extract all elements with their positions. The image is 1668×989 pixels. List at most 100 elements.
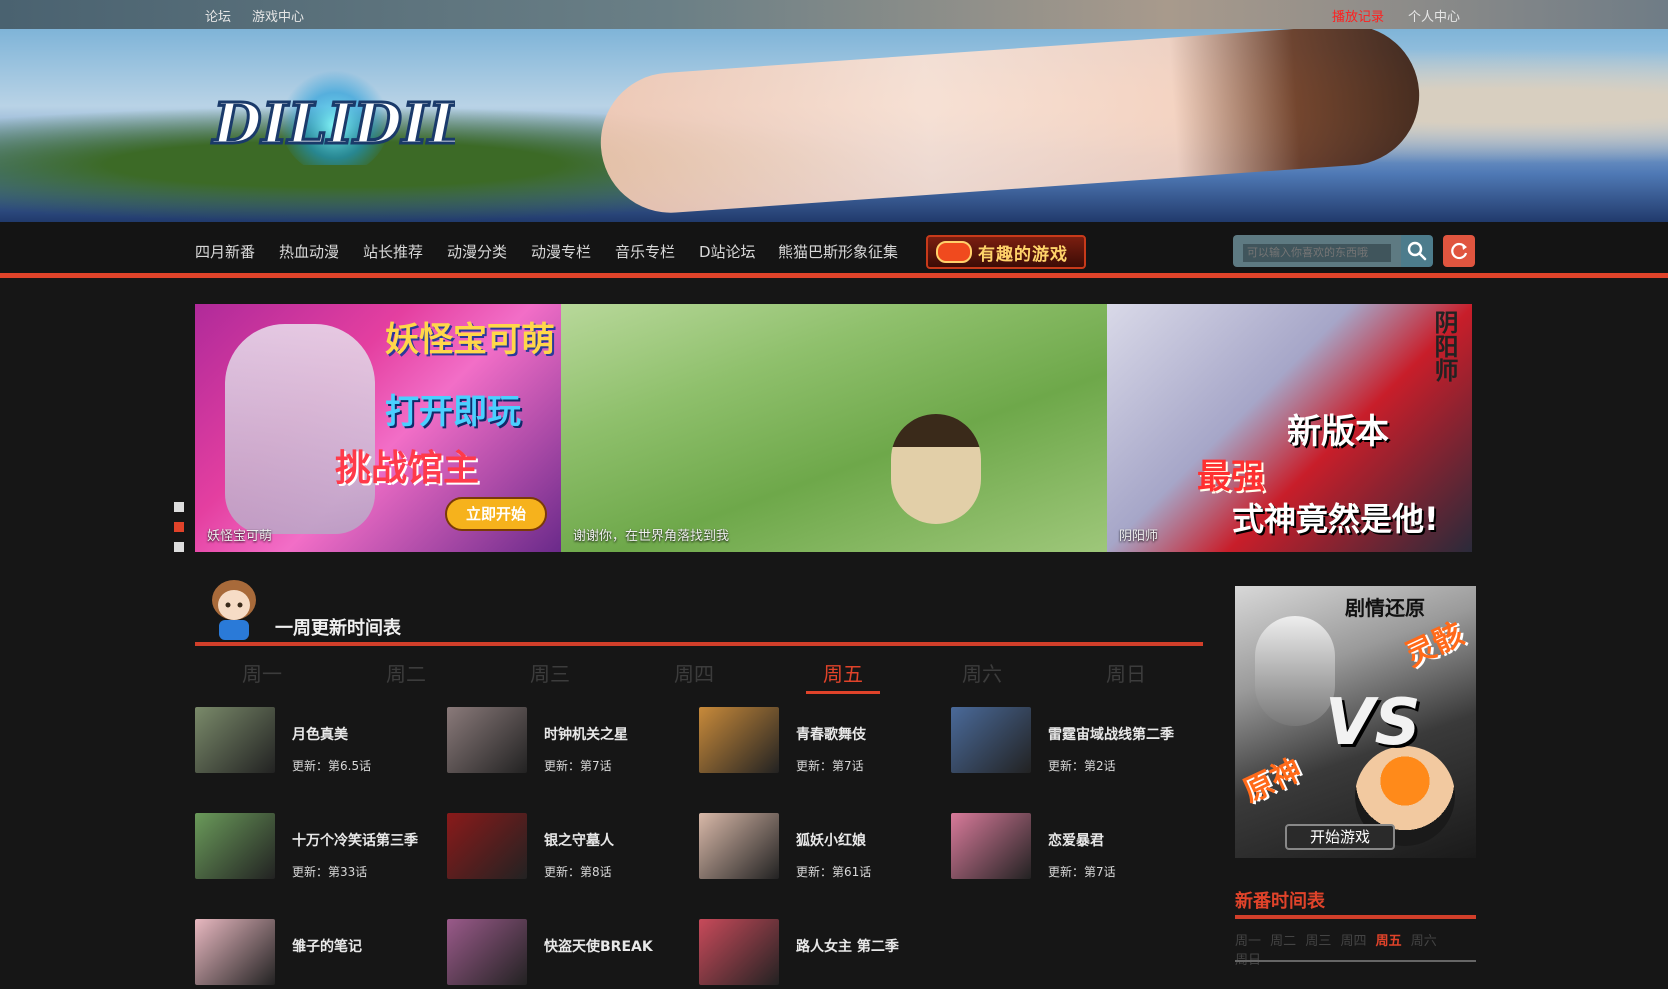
slider-dot-active[interactable] [174,522,184,532]
game-center-link[interactable]: 游戏中心 [252,6,304,25]
anime-item[interactable]: 雷霆宙域战线第二季 更新：第2话 [951,707,1191,777]
anime-title[interactable]: 快盗天使BREAK [544,936,653,956]
sidebar-day-tabs: 周一 周二 周三 周四 周五 周六 周日 [1235,930,1476,968]
anime-thumbnail[interactable] [699,919,779,985]
slide-subtitle: 式神竟然是他! [1232,500,1439,538]
girl-art [891,414,981,524]
slider-dot[interactable] [174,502,184,512]
tab-saturday[interactable]: 周六 [945,658,1019,687]
search-button[interactable] [1401,235,1433,267]
slide-caption: 谢谢你，在世界角落找到我 [573,529,730,544]
anime-thumbnail[interactable] [699,813,779,879]
anime-thumbnail[interactable] [447,813,527,879]
search-icon [1407,241,1427,261]
start-now-button[interactable]: 立即开始 [445,497,547,531]
slide-subtitle: 打开即玩 [385,392,521,432]
sidebar-ad[interactable]: 剧情还原 灵骸 VS 原神 开始游戏 [1235,586,1476,858]
anime-item[interactable]: 恋爱暴君 更新：第7话 [951,813,1191,883]
anime-title[interactable]: 十万个冷笑话第三季 [292,830,418,850]
anime-thumbnail[interactable] [447,919,527,985]
anime-item[interactable]: 时钟机关之星 更新：第7话 [447,707,687,777]
anime-item[interactable]: 青春歌舞伎 更新：第7话 [699,707,939,777]
nav-item-column[interactable]: 动漫专栏 [531,241,591,262]
anime-thumbnail[interactable] [699,707,779,773]
sidebar-tab-monday[interactable]: 周一 [1235,930,1261,949]
anime-update: 更新：第7话 [544,759,612,773]
anime-item[interactable]: 路人女主 第二季 [699,919,939,989]
nav-item-hot-blood[interactable]: 热血动漫 [279,241,339,262]
anime-title[interactable]: 雷霆宙域战线第二季 [1048,724,1174,744]
slide-title: 新版本 [1287,412,1389,452]
anime-update: 更新：第61话 [796,865,872,879]
nav-item-forum[interactable]: D站论坛 [699,241,756,262]
divider [1235,960,1476,962]
forum-link[interactable]: 论坛 [205,6,231,25]
anime-update: 更新：第8话 [544,865,612,879]
anime-item[interactable]: 快盗天使BREAK [447,919,687,989]
anime-title[interactable]: 青春歌舞伎 [796,724,866,744]
featured-slider: 妖怪宝可萌 打开即玩 挑战馆主 立即开始 妖怪宝可萌 谢谢你，在世界角落找到我 … [195,304,1472,552]
anime-title[interactable]: 银之守墓人 [544,830,614,850]
search-input[interactable] [1243,244,1391,262]
anime-item[interactable]: 雏子的笔记 [195,919,435,989]
hollow-mask-art [1255,616,1335,726]
anime-thumbnail[interactable] [195,813,275,879]
anime-thumbnail[interactable] [447,707,527,773]
weekday-tabs: 周一 周二 周三 周四 周五 周六 周日 [195,656,1203,694]
sidebar-tab-sunday[interactable]: 周日 [1235,949,1261,968]
anime-item[interactable]: 十万个冷笑话第三季 更新：第33话 [195,813,435,883]
fun-games-label: 有趣的游戏 [978,244,1068,265]
refresh-icon [1451,242,1468,260]
mewtwo-art [225,324,375,534]
anime-thumbnail[interactable] [195,707,275,773]
nav-item-category[interactable]: 动漫分类 [447,241,507,262]
anime-title[interactable]: 雏子的笔记 [292,936,362,956]
anime-update: 更新：第6.5话 [292,759,372,773]
anime-update: 更新：第2话 [1048,759,1116,773]
refresh-button[interactable] [1443,235,1475,267]
tab-sunday[interactable]: 周日 [1089,658,1163,687]
slider-dot[interactable] [174,542,184,552]
sidebar-tab-saturday[interactable]: 周六 [1411,930,1437,949]
nav-item-panda[interactable]: 熊猫巴斯形象征集 [778,241,898,262]
anime-item[interactable]: 狐妖小红娘 更新：第61话 [699,813,939,883]
sidebar-title: 新番时间表 [1235,887,1476,919]
nav-item-recommend[interactable]: 站长推荐 [363,241,423,262]
slide-corner-of-world[interactable]: 谢谢你，在世界角落找到我 [561,304,1107,552]
ad-headline: 剧情还原 [1345,596,1425,620]
tab-monday[interactable]: 周一 [225,658,299,687]
anime-title[interactable]: 月色真美 [292,724,348,744]
anime-item[interactable]: 银之守墓人 更新：第8话 [447,813,687,883]
tab-friday[interactable]: 周五 [806,658,880,694]
slide-caption: 妖怪宝可萌 [207,529,273,544]
fun-games-button[interactable]: 有趣的游戏 [926,235,1086,269]
nav-item-april[interactable]: 四月新番 [195,241,255,262]
sidebar-tab-thursday[interactable]: 周四 [1340,930,1366,949]
site-logo[interactable]: DILIDILI [205,65,455,165]
anime-title[interactable]: 恋爱暴君 [1048,830,1104,850]
sidebar-tab-tuesday[interactable]: 周二 [1270,930,1296,949]
anime-title[interactable]: 路人女主 第二季 [796,936,899,956]
anime-item[interactable]: 月色真美 更新：第6.5话 [195,707,435,777]
anime-update: 更新：第7话 [1048,865,1116,879]
anime-thumbnail[interactable] [951,707,1031,773]
sidebar-tab-wednesday[interactable]: 周三 [1305,930,1331,949]
nav-item-music[interactable]: 音乐专栏 [615,241,675,262]
tab-wednesday[interactable]: 周三 [513,658,587,687]
slide-onmyoji[interactable]: 阴阳师 新版本 最强 式神竟然是他! 阴阳师 [1107,304,1472,552]
anime-title[interactable]: 狐妖小红娘 [796,830,866,850]
tab-thursday[interactable]: 周四 [657,658,731,687]
header-banner: DILIDILI [0,29,1668,222]
sidebar-tab-friday[interactable]: 周五 [1376,930,1402,949]
user-center-link[interactable]: 个人中心 [1408,6,1460,25]
history-link[interactable]: 播放记录 [1332,6,1384,25]
slide-pokemon[interactable]: 妖怪宝可萌 打开即玩 挑战馆主 立即开始 妖怪宝可萌 [195,304,561,552]
ad-play-button[interactable]: 开始游戏 [1285,824,1395,850]
top-bar: 论坛 游戏中心 播放记录 个人中心 [0,0,1668,29]
tab-tuesday[interactable]: 周二 [369,658,443,687]
slide-side-title: 阴阳师 [1430,310,1458,382]
slide-subtitle: 挑战馆主 [335,448,480,489]
anime-thumbnail[interactable] [951,813,1031,879]
anime-title[interactable]: 时钟机关之星 [544,724,628,744]
anime-thumbnail[interactable] [195,919,275,985]
